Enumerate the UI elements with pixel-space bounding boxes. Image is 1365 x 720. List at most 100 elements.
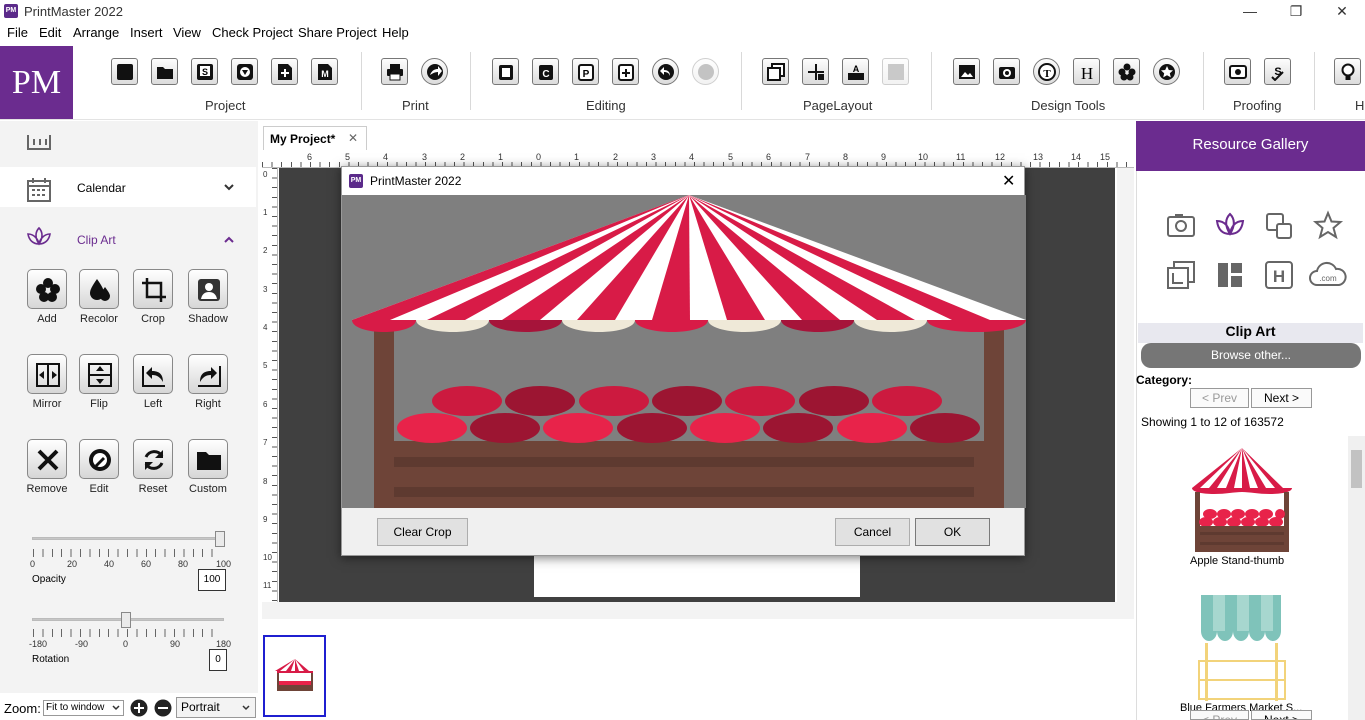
templates-icon[interactable] <box>1214 259 1246 291</box>
shapes-button[interactable] <box>1153 58 1180 85</box>
gallery-scrollbar[interactable] <box>1348 436 1365 720</box>
browse-other-button[interactable]: Browse other... <box>1141 343 1361 368</box>
blue-farmers-market-thumbnail[interactable] <box>1195 593 1290 703</box>
copy-button[interactable]: C <box>532 58 559 85</box>
crop-tool[interactable]: Crop <box>125 269 181 325</box>
canvas-horizontal-scrollbar[interactable] <box>262 602 1134 619</box>
menu-help[interactable]: Help <box>382 25 409 40</box>
menu-check-project[interactable]: Check Project <box>212 25 293 40</box>
ruler-number: 0 <box>263 170 268 179</box>
paste-button[interactable]: P <box>572 58 599 85</box>
background-icon <box>888 64 904 80</box>
zoom-select[interactable]: Fit to window <box>43 700 124 716</box>
custom-tool[interactable]: Custom <box>180 439 236 495</box>
cancel-button[interactable]: Cancel <box>835 518 910 546</box>
ruler-number: 12 <box>995 152 1006 162</box>
zoom-out-icon[interactable] <box>154 699 172 717</box>
dialog-close-icon[interactable]: ✕ <box>1002 171 1015 191</box>
print-button[interactable] <box>381 58 408 85</box>
calendar-section[interactable]: Calendar <box>0 167 256 207</box>
vertical-ruler <box>262 168 278 602</box>
edit-tool[interactable]: Edit <box>71 439 127 495</box>
orientation-select[interactable]: Portrait <box>176 697 256 718</box>
online-cloud-icon[interactable]: .com <box>1309 259 1347 291</box>
undo-button[interactable] <box>652 58 679 85</box>
picture-button[interactable] <box>953 58 980 85</box>
canvas-vertical-scrollbar[interactable] <box>1117 168 1134 602</box>
clear-crop-button[interactable]: Clear Crop <box>377 518 468 546</box>
shadow-tool[interactable]: Shadow <box>180 269 236 325</box>
close-button[interactable]: ✕ <box>1319 0 1365 22</box>
page-thumbnail[interactable] <box>263 635 326 717</box>
next-page-button-bottom[interactable]: Next > <box>1251 710 1312 720</box>
guides-button[interactable] <box>802 58 829 85</box>
text-layout-button[interactable]: A <box>842 58 869 85</box>
export-button[interactable] <box>421 58 448 85</box>
reset-tool[interactable]: Reset <box>125 439 181 495</box>
preview-button[interactable] <box>1224 58 1251 85</box>
menu-view[interactable]: View <box>173 25 201 40</box>
shadow-tool-label: Shadow <box>188 313 228 325</box>
shapes-icon[interactable] <box>1263 210 1295 242</box>
zoom-in-icon[interactable] <box>130 699 148 717</box>
rotate-left-tool[interactable]: Left <box>125 354 181 410</box>
opacity-slider-track[interactable] <box>32 537 224 540</box>
opacity-value-field[interactable]: 100 <box>198 569 226 591</box>
master-page-button[interactable]: M <box>311 58 338 85</box>
zoom-bar: Zoom: Fit to window Portrait <box>0 696 258 720</box>
menu-insert[interactable]: Insert <box>130 25 163 40</box>
crop-image-area[interactable] <box>342 195 1026 508</box>
opacity-slider-thumb[interactable] <box>215 531 225 547</box>
restore-button[interactable]: ❐ <box>1273 0 1319 22</box>
menu-edit[interactable]: Edit <box>39 25 61 40</box>
dialog-title: PrintMaster 2022 <box>370 174 462 188</box>
redo-button[interactable] <box>692 58 719 85</box>
save-project-button[interactable]: S <box>191 58 218 85</box>
tab-close-icon[interactable]: ✕ <box>348 131 358 145</box>
apple-stand-thumbnail[interactable] <box>1190 446 1294 554</box>
photo-icon[interactable] <box>1165 210 1197 242</box>
page-canvas[interactable] <box>534 556 860 597</box>
cut-button[interactable] <box>492 58 519 85</box>
menu-arrange[interactable]: Arrange <box>73 25 119 40</box>
flip-tool[interactable]: Flip <box>71 354 127 410</box>
new-project-button[interactable] <box>111 58 138 85</box>
recolor-tool[interactable]: Recolor <box>71 269 127 325</box>
remove-tool[interactable]: Remove <box>19 439 75 495</box>
clipart-section[interactable]: Clip Art <box>0 217 256 257</box>
mirror-tool[interactable]: Mirror <box>19 354 75 410</box>
open-gallery-button[interactable] <box>231 58 258 85</box>
add-page-button[interactable] <box>271 58 298 85</box>
headline-icon[interactable]: H <box>1263 259 1295 291</box>
rotation-slider-thumb[interactable] <box>121 612 131 628</box>
ok-button[interactable]: OK <box>915 518 990 546</box>
sparkle-star-icon[interactable] <box>1312 210 1344 242</box>
add-tool[interactable]: Add <box>19 269 75 325</box>
layers-button[interactable] <box>762 58 789 85</box>
rotate-right-tool-label: Right <box>195 398 221 410</box>
next-page-button[interactable]: Next > <box>1251 388 1312 408</box>
lotus-icon[interactable] <box>1214 210 1246 242</box>
layouts-icon[interactable] <box>1165 259 1197 291</box>
clipart-button[interactable] <box>1113 58 1140 85</box>
document-tab[interactable]: My Project* ✕ <box>263 126 367 150</box>
background-button[interactable] <box>882 58 909 85</box>
prev-page-button[interactable]: < Prev <box>1190 388 1249 408</box>
camera-button[interactable] <box>993 58 1020 85</box>
duplicate-button[interactable] <box>612 58 639 85</box>
text-button[interactable]: T <box>1033 58 1060 85</box>
rotation-value-field[interactable]: 0 <box>209 649 227 671</box>
gallery-scrollbar-thumb[interactable] <box>1351 450 1362 488</box>
calendar-partial-icon <box>27 135 51 150</box>
prev-page-button-bottom[interactable]: < Prev <box>1190 710 1249 720</box>
calendar-icon <box>27 178 51 202</box>
rotate-right-tool[interactable]: Right <box>180 354 236 410</box>
spellcheck-button[interactable]: S <box>1264 58 1291 85</box>
menu-file[interactable]: File <box>7 25 28 40</box>
menu-share-project[interactable]: Share Project <box>298 25 377 40</box>
help-button[interactable] <box>1334 58 1361 85</box>
headline-button[interactable]: H <box>1073 58 1100 85</box>
ruler-number: 1 <box>498 152 504 162</box>
minimize-button[interactable]: — <box>1227 0 1273 22</box>
open-project-button[interactable] <box>151 58 178 85</box>
